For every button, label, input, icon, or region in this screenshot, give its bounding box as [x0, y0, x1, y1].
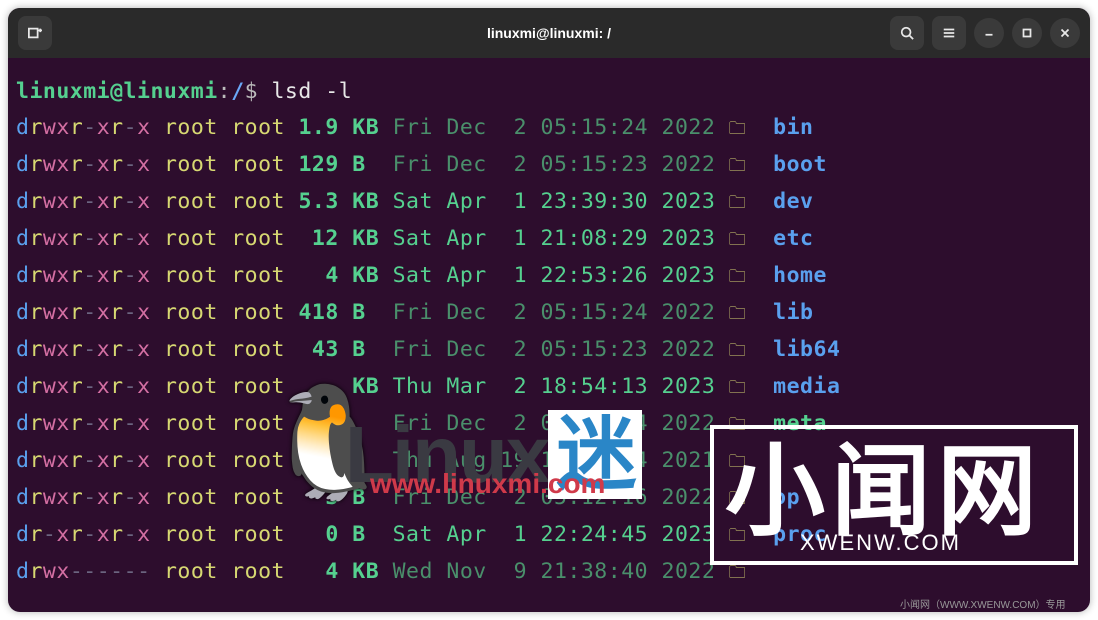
list-row: drwx------ root root 4 KB Wed Nov 9 21:3…: [16, 554, 1082, 591]
file-name: boot: [773, 152, 827, 177]
prompt-line: linuxmi@linuxmi:/$ lsd -l: [16, 74, 1082, 110]
close-button[interactable]: [1050, 18, 1080, 48]
folder-icon: 🗀: [729, 526, 747, 546]
folder-icon: 🗀: [729, 489, 747, 509]
folder-icon: 🗀: [729, 378, 747, 398]
file-name: home: [773, 263, 827, 288]
folder-icon: 🗀: [729, 452, 747, 472]
folder-icon: 🗀: [729, 341, 747, 361]
minimize-button[interactable]: [974, 18, 1004, 48]
list-row: drwxr-xr-x root root 129 B Fri Dec 2 05:…: [16, 147, 1082, 184]
list-row: drwxr-xr-x root root Thu Aug 19 18:29:24…: [16, 443, 1082, 480]
maximize-button[interactable]: [1012, 18, 1042, 48]
list-row: drwxr-xr-x root root 43 B Fri Dec 2 05:1…: [16, 332, 1082, 369]
list-row: drwxr-xr-x root root 418 B Fri Dec 2 05:…: [16, 295, 1082, 332]
file-name: lib: [773, 300, 813, 325]
list-row: drwxr-xr-x root root 12 KB Sat Apr 1 21:…: [16, 221, 1082, 258]
file-name: op: [773, 485, 800, 510]
folder-icon: 🗀: [729, 156, 747, 176]
folder-icon: 🗀: [729, 304, 747, 324]
file-name: dev: [773, 189, 813, 214]
list-row: drwxr-xr-x root root 1.9 KB Fri Dec 2 05…: [16, 110, 1082, 147]
folder-icon: 🗀: [729, 119, 747, 139]
new-tab-button[interactable]: [18, 16, 52, 50]
terminal-body[interactable]: linuxmi@linuxmi:/$ lsd -ldrwxr-xr-x root…: [8, 58, 1090, 607]
list-row: drwxr-xr-x root root 3 B Fri Dec 2 05:12…: [16, 480, 1082, 517]
file-name: etc: [773, 226, 813, 251]
menu-button[interactable]: [932, 16, 966, 50]
list-row: drwxr-xr-x root root Fri Dec 2 05:15:24 …: [16, 406, 1082, 443]
folder-icon: 🗀: [729, 193, 747, 213]
file-name: media: [773, 374, 840, 399]
file-name: bin: [773, 115, 813, 140]
list-row: drwxr-xr-x root root 5.3 KB Sat Apr 1 23…: [16, 184, 1082, 221]
file-name: lib64: [773, 337, 840, 362]
list-row: drwxr-xr-x root root 4 KB Sat Apr 1 22:5…: [16, 258, 1082, 295]
search-button[interactable]: [890, 16, 924, 50]
list-row: drwxr-xr-x root root KB Thu Mar 2 18:54:…: [16, 369, 1082, 406]
folder-icon: 🗀: [729, 267, 747, 287]
titlebar: linuxmi@linuxmi: /: [8, 8, 1090, 58]
folder-icon: 🗀: [729, 563, 747, 583]
file-name: proc: [773, 522, 827, 547]
folder-icon: 🗀: [729, 415, 747, 435]
list-row: dr-xr-xr-x root root 0 B Sat Apr 1 22:24…: [16, 517, 1082, 554]
terminal-window: linuxmi@linuxmi: / linuxmi@linuxmi:/$ ls…: [8, 8, 1090, 612]
folder-icon: 🗀: [729, 230, 747, 250]
file-name: meta: [773, 411, 827, 436]
